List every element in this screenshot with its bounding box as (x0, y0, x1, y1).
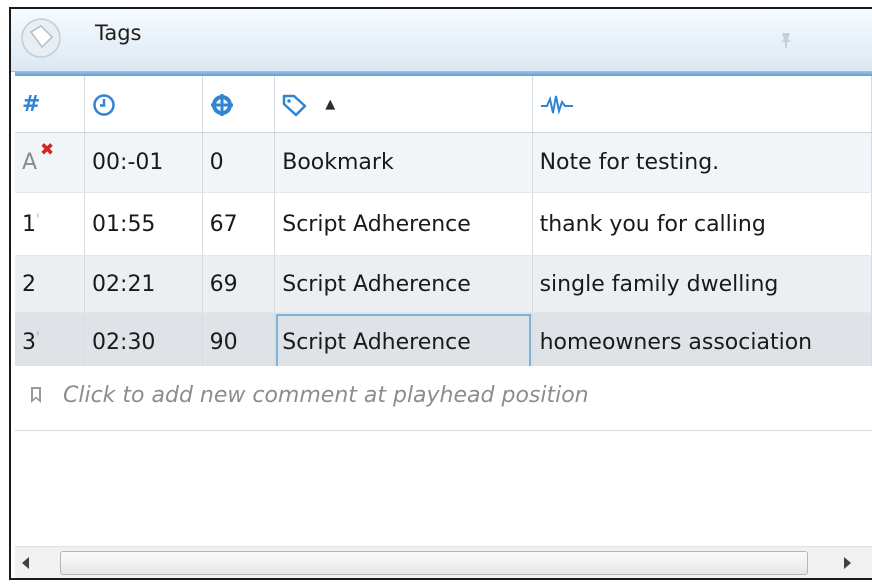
column-header-number[interactable]: # (15, 76, 86, 133)
delete-icon[interactable]: ✖ (40, 140, 54, 160)
scroll-left-arrow-icon[interactable] (22, 557, 29, 569)
row-marker: ' (36, 329, 40, 346)
text-cell: Note for testing. (532, 132, 872, 193)
clock-icon (93, 93, 115, 116)
table-row[interactable]: 3' 02:30 90 Script Adherence homeowners … (15, 312, 872, 372)
tag-icon (21, 18, 61, 58)
panel-title: Tags (95, 21, 142, 45)
time-cell: 02:21 (84, 255, 203, 313)
table-row[interactable]: 2 02:21 69 Script Adherence single famil… (15, 255, 872, 313)
time-cell: 00:-01 (84, 132, 203, 193)
waveform-icon (540, 95, 573, 115)
text-cell: thank you for calling (532, 192, 872, 256)
bookmark-icon (31, 387, 41, 403)
row-number-cell: 3' (15, 312, 86, 372)
tag-cell: Script Adherence (274, 192, 533, 256)
scroll-right-arrow-icon[interactable] (844, 557, 851, 569)
row-number-cell: A ✖ (15, 132, 86, 193)
row-marker: ' (36, 211, 40, 228)
add-comment-prompt[interactable]: Click to add new comment at playhead pos… (63, 383, 589, 408)
text-cell: single family dwelling (532, 255, 872, 313)
column-header-text[interactable] (532, 76, 872, 133)
score-cell: 67 (202, 192, 276, 256)
panel-titlebar: Tags (11, 9, 872, 72)
tags-panel: Tags # ▲ A ✖ 00:-01 0 Bookmark Note for … (9, 7, 872, 580)
row-number-cell: 1' (15, 192, 86, 256)
tag-icon (282, 94, 307, 116)
text-cell: homeowners association (532, 312, 872, 372)
score-cell: 0 (202, 132, 276, 193)
tag-cell-selected[interactable]: Script Adherence (274, 312, 533, 372)
tag-cell: Script Adherence (274, 255, 533, 313)
tag-cell: Bookmark (274, 132, 533, 193)
add-comment-row[interactable]: Click to add new comment at playhead pos… (15, 366, 872, 431)
table-row[interactable]: 1' 01:55 67 Script Adherence thank you f… (15, 192, 872, 256)
scrollbar-thumb[interactable] (60, 551, 808, 575)
score-cell: 90 (202, 312, 276, 372)
row-number: A (22, 150, 38, 175)
row-number: 1 (22, 211, 36, 237)
time-cell: 01:55 (84, 192, 203, 256)
horizontal-scrollbar[interactable] (15, 546, 872, 578)
table-row[interactable]: A ✖ 00:-01 0 Bookmark Note for testing. (15, 132, 872, 193)
sort-ascending-indicator: ▲ (325, 97, 336, 112)
row-number-cell: 2 (15, 255, 86, 313)
time-cell: 02:30 (84, 312, 203, 372)
column-header-time[interactable] (84, 76, 203, 133)
column-header-confidence[interactable] (202, 76, 276, 133)
column-header-tag[interactable]: ▲ (274, 76, 533, 133)
score-cell: 69 (202, 255, 276, 313)
tags-table: # ▲ A ✖ 00:-01 0 Bookmark Note for testi… (15, 76, 872, 372)
row-number: 2 (22, 271, 36, 297)
table-header-row: # ▲ (15, 76, 872, 133)
target-icon (210, 93, 233, 116)
pin-icon[interactable] (779, 31, 793, 49)
row-number: 3 (22, 329, 36, 355)
number-column-label: # (22, 91, 41, 117)
